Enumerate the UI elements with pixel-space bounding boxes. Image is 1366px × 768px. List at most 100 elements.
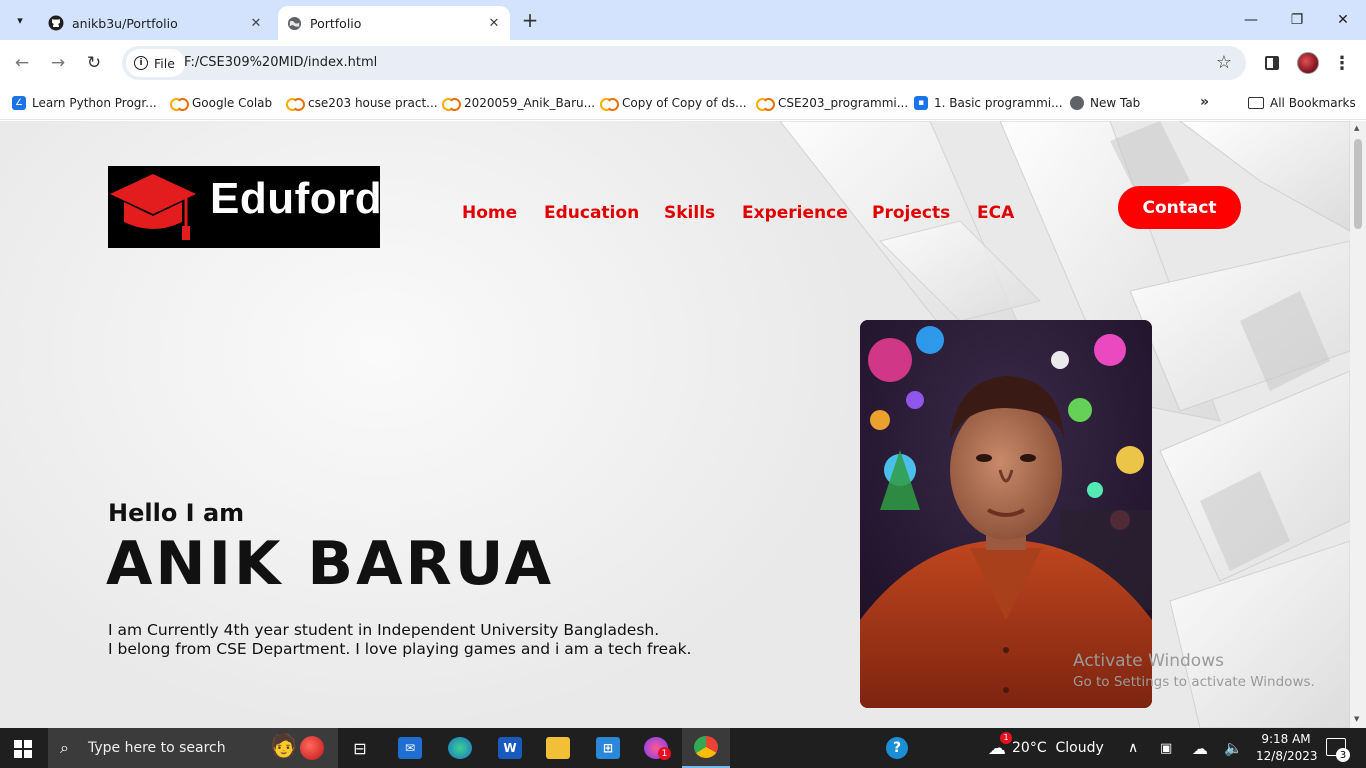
volume-button[interactable]: 🔈 xyxy=(1224,728,1243,768)
messenger-badge: 1 xyxy=(658,747,671,760)
taskbar-search[interactable]: ⌕ Type here to search 🧑 xyxy=(48,728,338,768)
folder-icon xyxy=(1248,97,1264,109)
colab-icon xyxy=(170,98,189,111)
forward-arrow-icon: → xyxy=(50,53,66,73)
page-viewport: Eduford Home Education Skills Experience… xyxy=(0,121,1350,728)
close-icon[interactable]: ✕ xyxy=(246,13,266,33)
bookmark-item[interactable]: Copy of Copy of ds... xyxy=(600,93,747,113)
more-vert-icon: ⋮ xyxy=(1333,52,1351,74)
bookmark-item[interactable]: ▪ 1. Basic programmi... xyxy=(914,93,1063,113)
close-icon: ✕ xyxy=(1337,12,1349,28)
tab-github-portfolio[interactable]: anikb3u/Portfolio ✕ xyxy=(40,6,272,40)
activate-windows-watermark: Activate Windows Go to Settings to activ… xyxy=(1073,651,1315,690)
reload-button[interactable]: ↻ xyxy=(80,49,108,77)
graduation-cap-icon xyxy=(110,174,196,240)
help-button[interactable]: ? xyxy=(886,728,908,768)
scheme-label: File xyxy=(154,55,175,71)
chevron-down-icon: ▾ xyxy=(17,13,23,27)
notification-count: 3 xyxy=(1336,748,1350,762)
bookmark-label: cse203 house pract... xyxy=(308,96,438,110)
ornament-icon xyxy=(300,736,324,760)
site-info-chip[interactable]: i File xyxy=(126,49,185,77)
tab-portfolio[interactable]: Portfolio ✕ xyxy=(278,6,510,40)
new-tab-button[interactable]: + xyxy=(516,8,544,32)
scroll-down-icon[interactable]: ▼ xyxy=(1354,715,1359,723)
bio-line: I belong from CSE Department. I love pla… xyxy=(108,640,692,658)
store-app[interactable]: ⊞ xyxy=(584,728,632,768)
tab-title: Portfolio xyxy=(310,15,362,31)
bookmark-item[interactable]: New Tab xyxy=(1070,93,1140,113)
profile-button[interactable] xyxy=(1296,51,1320,75)
windows-taskbar: ⌕ Type here to search 🧑 ⊟ ✉ W ⊞ 1 ? ☁ 1 2… xyxy=(0,728,1366,768)
tab-strip: ▾ anikb3u/Portfolio ✕ Portfolio ✕ + — ❐ … xyxy=(0,0,1366,40)
avatar xyxy=(1297,52,1319,74)
more-bookmarks-chevron-icon[interactable]: » xyxy=(1200,94,1209,110)
tab-search-button[interactable]: ▾ xyxy=(8,8,32,32)
nav-link-home[interactable]: Home xyxy=(462,203,517,223)
weather-text: 20°C Cloudy xyxy=(1012,740,1104,756)
bookmark-star-icon[interactable]: ☆ xyxy=(1216,52,1232,73)
speaker-icon: 🔈 xyxy=(1224,739,1243,757)
classroom-icon: ▪ xyxy=(914,96,928,110)
bookmark-item[interactable]: 2020059_Anik_Baru... xyxy=(442,93,595,113)
forward-button[interactable]: → xyxy=(44,49,72,77)
windows-start-button[interactable] xyxy=(14,740,32,758)
weather-widget[interactable]: ☁ 1 20°C Cloudy xyxy=(988,728,1104,768)
task-view-icon: ⊟ xyxy=(353,738,367,758)
edge-app[interactable] xyxy=(436,728,484,768)
contact-button[interactable]: Contact xyxy=(1118,186,1241,229)
info-icon: i xyxy=(134,56,148,70)
bio-line: I am Currently 4th year student in Indep… xyxy=(108,621,660,639)
restore-icon: ❐ xyxy=(1290,12,1304,28)
side-panel-icon xyxy=(1265,56,1279,70)
scrollbar-thumb[interactable] xyxy=(1354,139,1362,229)
bookmark-item[interactable]: Google Colab xyxy=(170,93,272,113)
search-placeholder: Type here to search xyxy=(88,740,226,756)
meet-now-button[interactable]: ▣ xyxy=(1160,728,1172,768)
nav-link-experience[interactable]: Experience xyxy=(742,203,848,223)
all-bookmarks-button[interactable]: All Bookmarks xyxy=(1248,93,1356,113)
site-logo[interactable]: Eduford xyxy=(108,166,382,248)
nav-link-skills[interactable]: Skills xyxy=(664,203,715,223)
side-panel-button[interactable] xyxy=(1260,51,1284,75)
bookmark-label: 1. Basic programmi... xyxy=(934,96,1063,110)
scroll-up-icon[interactable]: ▲ xyxy=(1354,124,1359,132)
colab-icon xyxy=(756,98,775,111)
nav-link-projects[interactable]: Projects xyxy=(872,203,950,223)
bookmark-item[interactable]: cse203 house pract... xyxy=(286,93,438,113)
messenger-app[interactable]: 1 xyxy=(632,728,680,768)
browser-toolbar: ← → ↻ i File F:/CSE309%20MID/index.html … xyxy=(0,40,1366,86)
restore-button[interactable]: ❐ xyxy=(1274,0,1320,40)
menu-button[interactable]: ⋮ xyxy=(1330,51,1354,75)
system-clock[interactable]: 9:18 AM 12/8/2023 xyxy=(1256,731,1318,765)
minimize-button[interactable]: — xyxy=(1228,0,1274,40)
watermark-title: Activate Windows xyxy=(1073,651,1224,671)
bookmarks-bar: ∠ Learn Python Progr... Google Colab cse… xyxy=(0,86,1366,120)
mail-app[interactable]: ✉ xyxy=(386,728,434,768)
word-app[interactable]: W xyxy=(486,728,534,768)
address-bar[interactable]: i File F:/CSE309%20MID/index.html ☆ xyxy=(122,46,1246,80)
page-scrollbar[interactable]: ▲ ▼ xyxy=(1350,121,1366,728)
colab-icon xyxy=(442,98,461,111)
colab-icon xyxy=(286,98,305,111)
show-hidden-icons-button[interactable]: ∧ xyxy=(1128,728,1138,768)
bookmark-label: Copy of Copy of ds... xyxy=(622,96,747,110)
close-window-button[interactable]: ✕ xyxy=(1320,0,1366,40)
minimize-icon: — xyxy=(1244,12,1258,28)
tab-title: anikb3u/Portfolio xyxy=(72,15,178,31)
bookmark-item[interactable]: CSE203_programmi... xyxy=(756,93,908,113)
onedrive-button[interactable]: ☁ xyxy=(1192,728,1208,768)
url-text[interactable]: F:/CSE309%20MID/index.html xyxy=(184,55,377,70)
chrome-app[interactable] xyxy=(682,728,730,768)
close-icon[interactable]: ✕ xyxy=(484,13,504,33)
back-arrow-icon: ← xyxy=(14,53,30,73)
back-button[interactable]: ← xyxy=(8,49,36,77)
task-view-button[interactable]: ⊟ xyxy=(336,728,384,768)
nav-link-eca[interactable]: ECA xyxy=(977,203,1014,223)
globe-icon xyxy=(286,15,302,31)
github-icon xyxy=(48,15,64,31)
file-explorer-app[interactable] xyxy=(534,728,582,768)
bookmark-item[interactable]: ∠ Learn Python Progr... xyxy=(12,93,157,113)
nav-link-education[interactable]: Education xyxy=(544,203,639,223)
mail-icon: ✉ xyxy=(398,737,422,759)
